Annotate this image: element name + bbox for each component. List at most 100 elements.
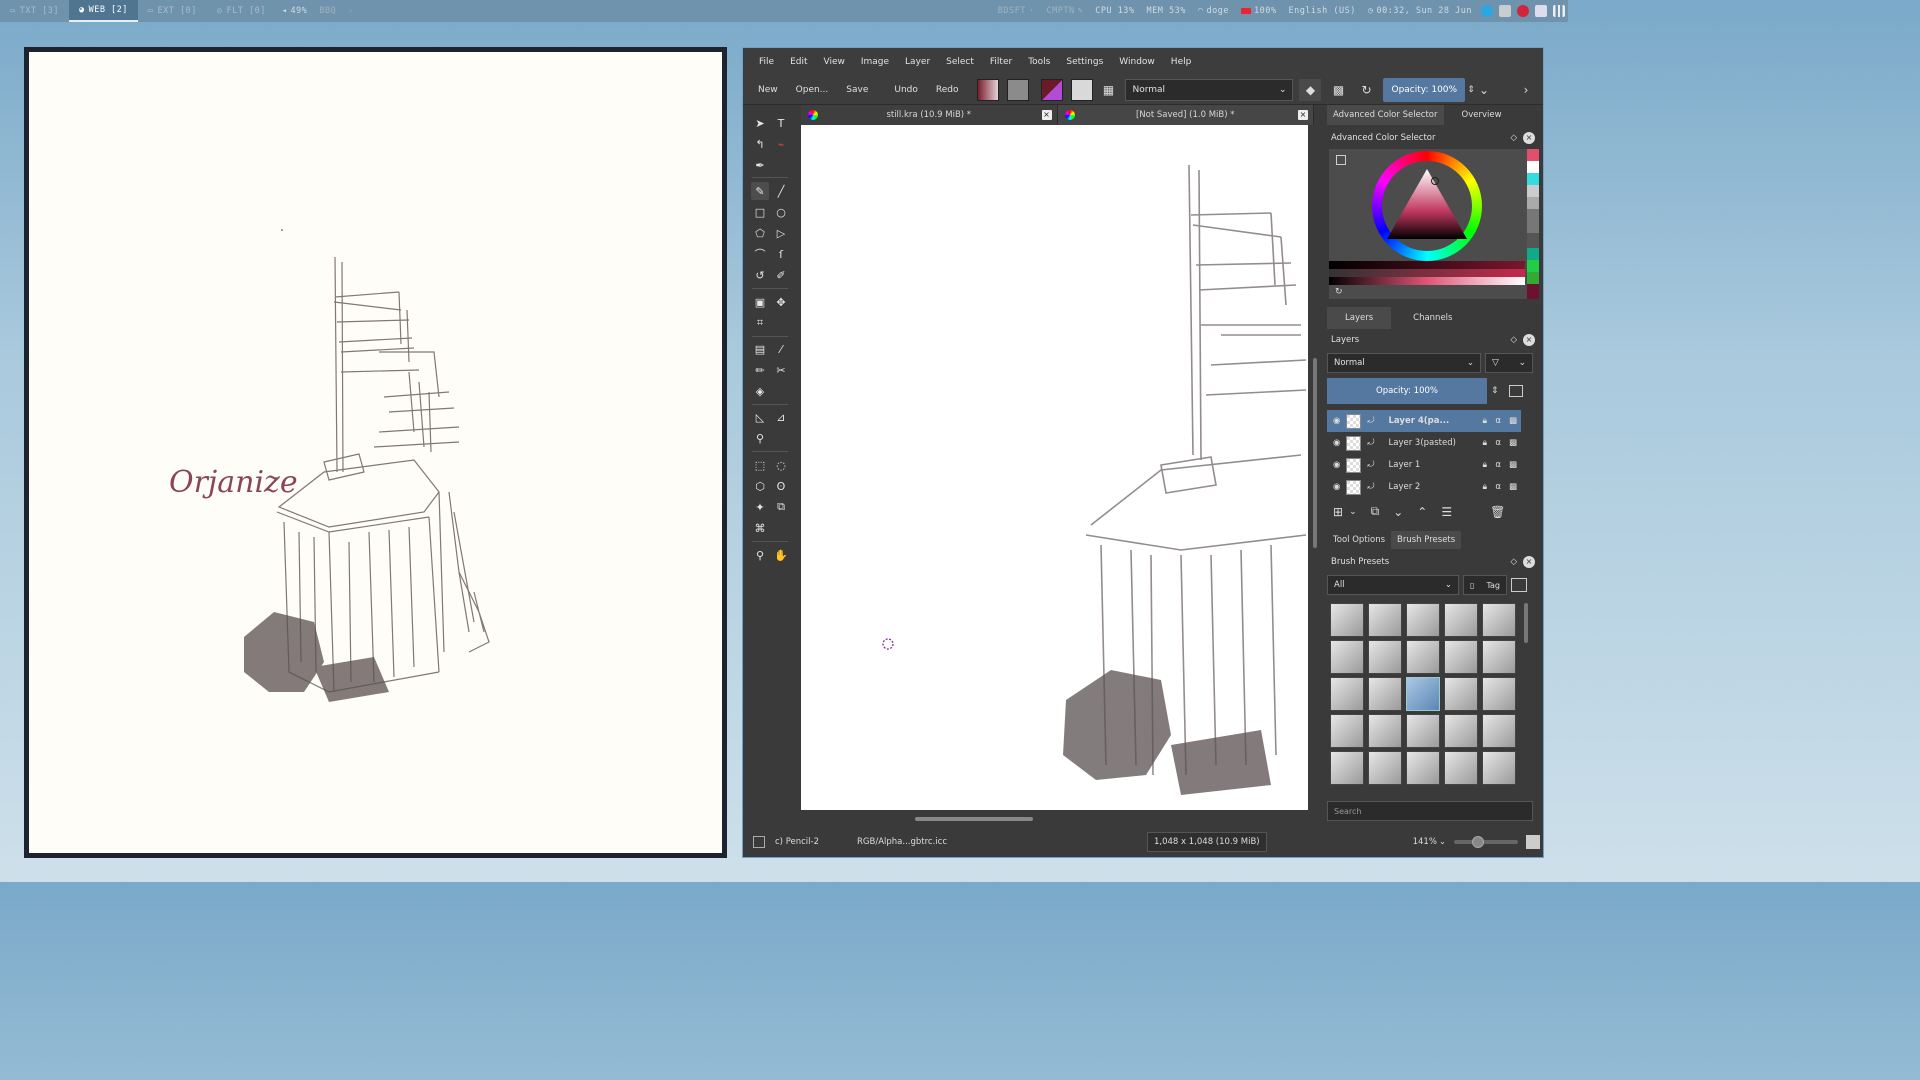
layer-blend-mode-select[interactable]: Normal ⌄ (1327, 353, 1481, 373)
spin-arrows-icon[interactable]: ⇕ (1465, 79, 1477, 101)
measure-tool-icon[interactable]: ⊿ (772, 408, 790, 426)
brush-preset[interactable] (1444, 714, 1478, 748)
gradient-tool-icon[interactable]: ▤ (751, 340, 769, 358)
float-docker-icon[interactable]: ◇ (1510, 133, 1517, 143)
volume-indicator[interactable]: ◂ 49% (276, 6, 313, 16)
pattern-swatch[interactable] (1007, 78, 1030, 101)
layer-filter-button[interactable]: ▽ ⌄ (1485, 353, 1533, 373)
color-picker-tool-icon[interactable]: ⁄ (772, 340, 790, 358)
move-tool-icon[interactable]: ✥ (772, 293, 790, 311)
brush-settings-icon[interactable] (1511, 578, 1527, 592)
menu-settings[interactable]: Settings (1058, 57, 1111, 67)
spin-arrows-icon[interactable]: ⇕ (1491, 386, 1499, 396)
eye-icon[interactable]: ◉ (1333, 460, 1340, 470)
alpha-icon[interactable]: α (1495, 438, 1501, 448)
brush-preset[interactable] (1368, 714, 1402, 748)
brush-search-input[interactable]: Search (1327, 801, 1533, 821)
crop-tool-icon[interactable]: ⌗ (751, 314, 769, 332)
tab-advanced-color-selector[interactable]: Advanced Color Selector (1327, 105, 1444, 125)
mail-tray-icon[interactable] (1517, 5, 1529, 17)
brush-preset[interactable] (1330, 714, 1364, 748)
brush-preset[interactable] (1330, 751, 1364, 785)
zoom-slider-handle[interactable] (1472, 836, 1485, 848)
tab-not-saved[interactable]: [Not Saved] (1.0 MiB) * × (1057, 105, 1314, 125)
alpha-icon[interactable]: α (1495, 482, 1501, 492)
menu-file[interactable]: File (751, 57, 782, 67)
chevron-down-icon[interactable]: ⌄ (1349, 507, 1357, 517)
brush-preset[interactable] (1482, 603, 1516, 637)
drawing-canvas[interactable] (801, 125, 1308, 810)
lock-icon[interactable]: 🔒︎ (1482, 460, 1487, 470)
multibrush-tool-icon[interactable]: ✐ (772, 266, 790, 284)
workspace-web[interactable]: ◕ WEB [2] (68, 0, 138, 22)
open-button[interactable]: Open... (787, 79, 838, 101)
workspace-txt[interactable]: ▭ TXT [3] (0, 0, 69, 22)
chevron-right-icon[interactable]: › (1515, 79, 1537, 101)
delete-layer-icon[interactable]: 🗑︎ (1490, 505, 1505, 519)
clipboard-tray-icon[interactable] (1499, 5, 1511, 17)
value-slider[interactable] (1329, 261, 1525, 269)
brush-preset[interactable] (1368, 640, 1402, 674)
layer-row[interactable]: ◉ ⤾ Layer 4(pa... 🔒︎ α ▩ (1327, 410, 1521, 432)
text-tool-icon[interactable]: T (772, 114, 790, 132)
workspace-flt[interactable]: ◎ FLT [0] (207, 0, 276, 22)
menu-help[interactable]: Help (1163, 57, 1200, 67)
rectangle-select-tool-icon[interactable]: ⬚ (751, 456, 769, 474)
close-icon[interactable]: × (1041, 110, 1052, 120)
sync-tray-icon[interactable] (1481, 5, 1493, 17)
zoom-slider[interactable] (1454, 836, 1519, 848)
dynamic-brush-tool-icon[interactable]: ↺ (751, 266, 769, 284)
freehand-brush-tool-icon[interactable]: ✎ (751, 182, 769, 200)
brush-preset[interactable] (1482, 640, 1516, 674)
color-selector-settings-icon[interactable] (1336, 155, 1346, 165)
inherit-alpha-icon[interactable]: ▩ (1509, 482, 1517, 492)
duplicate-layer-icon[interactable]: ⧉ (1371, 504, 1380, 519)
fill-tool-icon[interactable]: ◈ (751, 382, 769, 400)
refresh-icon[interactable]: ↻ (1335, 287, 1343, 297)
saturation-slider[interactable] (1329, 269, 1525, 277)
brush-preset[interactable] (1368, 677, 1402, 711)
tab-layers[interactable]: Layers (1327, 307, 1392, 329)
menu-layer[interactable]: Layer (897, 57, 938, 67)
color-picker-handle[interactable] (1431, 177, 1439, 185)
brush-preset-button[interactable] (1071, 78, 1094, 101)
redo-button[interactable]: Redo (927, 79, 968, 101)
opacity-slider[interactable]: Opacity: 100% (1383, 77, 1466, 102)
brush-preset[interactable] (1330, 677, 1364, 711)
eye-icon[interactable]: ◉ (1333, 438, 1340, 448)
layer-properties-icon[interactable] (1508, 385, 1523, 397)
move-layer-up-icon[interactable]: ⌃ (1417, 505, 1427, 519)
brush-preset[interactable] (1368, 603, 1402, 637)
brush-preset[interactable] (1444, 677, 1478, 711)
tab-channels[interactable]: Channels (1391, 307, 1475, 329)
ellipse-select-tool-icon[interactable]: ◌ (772, 456, 790, 474)
layer-row[interactable]: ◉ ⤾ Layer 1 🔒︎ α ▩ (1327, 454, 1521, 476)
signal-tray-icon[interactable] (1553, 5, 1565, 17)
magnetic-select-tool-icon[interactable]: ⌘ (751, 519, 769, 537)
menu-filter[interactable]: Filter (982, 57, 1020, 67)
brush-preset[interactable] (1444, 603, 1478, 637)
chevron-down-icon[interactable]: ⌄ (1439, 837, 1446, 847)
brush-preset[interactable] (1482, 714, 1516, 748)
eye-icon[interactable]: ◉ (1333, 482, 1340, 492)
workspace-ext[interactable]: ▭ EXT [0] (138, 0, 207, 22)
menu-image[interactable]: Image (853, 57, 897, 67)
tab-overview[interactable]: Overview (1443, 105, 1520, 125)
select-shapes-tool-icon[interactable]: ➤ (751, 114, 769, 132)
canvas-only-icon[interactable] (1526, 835, 1541, 849)
menu-view[interactable]: View (816, 57, 853, 67)
reload-preset-icon[interactable]: ↻ (1355, 79, 1377, 101)
brush-preset[interactable] (1482, 677, 1516, 711)
layer-row[interactable]: ◉ ⤾ Layer 3(pasted) 🔒︎ α ▩ (1327, 432, 1521, 454)
vertical-scrollbar[interactable] (1313, 358, 1317, 548)
brush-preset[interactable] (1406, 640, 1440, 674)
brush-preset[interactable] (1406, 603, 1440, 637)
polyline-tool-icon[interactable]: ▷ (772, 224, 790, 242)
gradient-swatch[interactable] (977, 78, 1000, 101)
brush-filter-select[interactable]: All ⌄ (1327, 575, 1459, 595)
freehand-path-tool-icon[interactable]: ſ (772, 245, 790, 263)
layer-opacity-slider[interactable]: Opacity: 100% (1327, 378, 1487, 404)
line-tool-icon[interactable]: ╱ (772, 182, 790, 200)
brush-preset[interactable] (1330, 640, 1364, 674)
undo-button[interactable]: Undo (885, 79, 927, 101)
